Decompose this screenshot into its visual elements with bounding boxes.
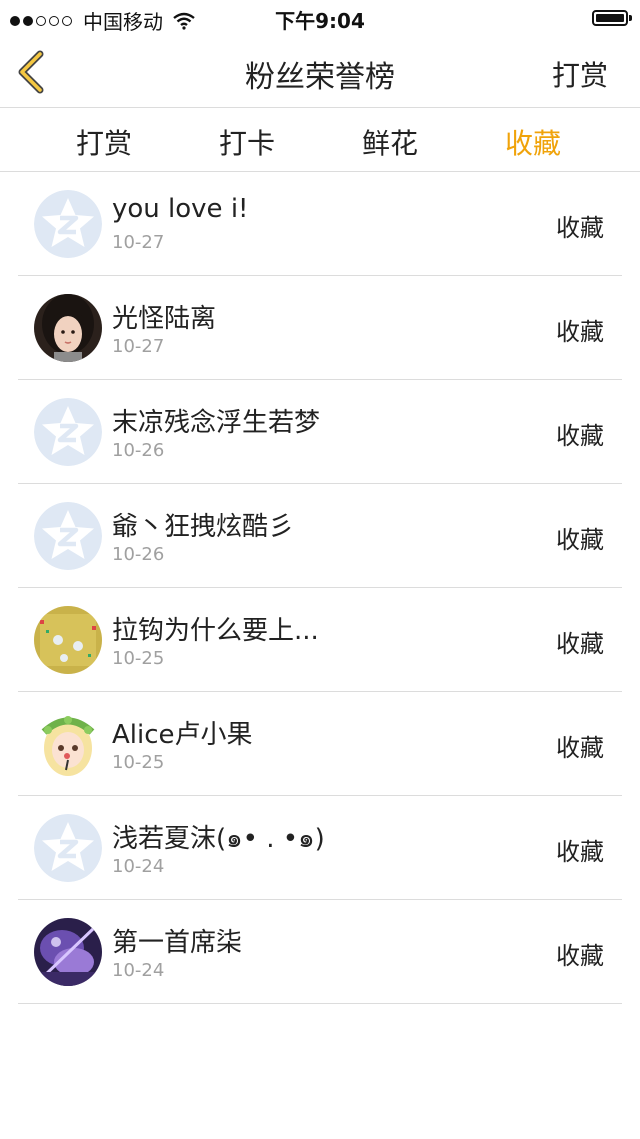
list-item[interactable]: 爺丶狂拽炫酷彡 10-26 收藏 [18, 484, 622, 588]
battery-icon [592, 10, 632, 26]
action-label: 收藏 [556, 422, 604, 450]
avatar [34, 294, 102, 362]
fan-date: 10-24 [112, 960, 165, 981]
default-qzone-avatar-icon [34, 502, 102, 570]
action-label: 收藏 [556, 318, 604, 346]
tab-favorites[interactable]: 收藏 [473, 122, 593, 162]
action-label: 收藏 [556, 214, 604, 242]
reward-button[interactable]: 打赏 [552, 54, 608, 94]
fan-date: 10-27 [112, 336, 165, 357]
purple-art-avatar-icon [34, 918, 102, 986]
tab-flowers[interactable]: 鲜花 [330, 122, 450, 162]
fan-name: you love i! [112, 194, 249, 224]
fan-name: 末凉残念浮生若梦 [112, 408, 321, 438]
fan-date: 10-26 [112, 544, 165, 565]
list-item[interactable]: 浅若夏沫(๑• . •๑) 10-24 收藏 [18, 796, 622, 900]
action-label: 收藏 [556, 526, 604, 554]
default-qzone-avatar-icon [34, 190, 102, 258]
action-label: 收藏 [556, 734, 604, 762]
fan-date: 10-25 [112, 752, 165, 773]
avatar [34, 398, 102, 466]
navigation-bar: 粉丝荣誉榜 打赏 [0, 36, 640, 108]
list-item[interactable]: 拉钩为什么要上... 10-25 收藏 [18, 588, 622, 692]
tab-reward[interactable]: 打赏 [44, 122, 164, 162]
avatar [34, 814, 102, 882]
fan-name: 第一首席柒 [112, 928, 243, 958]
list-item[interactable]: 末凉残念浮生若梦 10-26 收藏 [18, 380, 622, 484]
default-qzone-avatar-icon [34, 398, 102, 466]
fan-date: 10-25 [112, 648, 165, 669]
fan-date: 10-26 [112, 440, 165, 461]
avatar [34, 710, 102, 778]
avatar [34, 190, 102, 258]
avatar [34, 918, 102, 986]
fan-name: 光怪陆离 [112, 304, 217, 334]
tab-bar: 打赏 打卡 鲜花 收藏 [0, 108, 640, 172]
list-item[interactable]: 第一首席柒 10-24 收藏 [18, 900, 622, 1004]
fan-list: you love i! 10-27 收藏 光怪陆离 10-27 收藏 末凉残念浮… [0, 172, 640, 1004]
cartoon-girl-avatar-icon [34, 710, 102, 778]
status-time: 下午9:04 [275, 9, 365, 33]
default-qzone-avatar-icon [34, 814, 102, 882]
avatar [34, 606, 102, 674]
fan-name: 浅若夏沫(๑• . •๑) [112, 824, 325, 854]
fan-name: 拉钩为什么要上... [112, 616, 319, 646]
list-item[interactable]: you love i! 10-27 收藏 [18, 172, 622, 276]
avatar [34, 502, 102, 570]
fan-date: 10-24 [112, 856, 165, 877]
list-item[interactable]: Alice卢小果 10-25 收藏 [18, 692, 622, 796]
action-label: 收藏 [556, 630, 604, 658]
action-label: 收藏 [556, 838, 604, 866]
battery-level [596, 14, 624, 22]
page-title: 粉丝荣誉榜 [245, 60, 395, 95]
fan-date: 10-27 [112, 232, 165, 253]
list-item[interactable]: 光怪陆离 10-27 收藏 [18, 276, 622, 380]
fan-name: 爺丶狂拽炫酷彡 [112, 512, 295, 542]
status-bar: 中国移动 下午9:04 [0, 0, 640, 36]
girl-photo-avatar-icon [34, 294, 102, 362]
fan-name: Alice卢小果 [112, 720, 253, 750]
game-field-avatar-icon [34, 606, 102, 674]
action-label: 收藏 [556, 942, 604, 970]
tab-checkin[interactable]: 打卡 [187, 122, 307, 162]
